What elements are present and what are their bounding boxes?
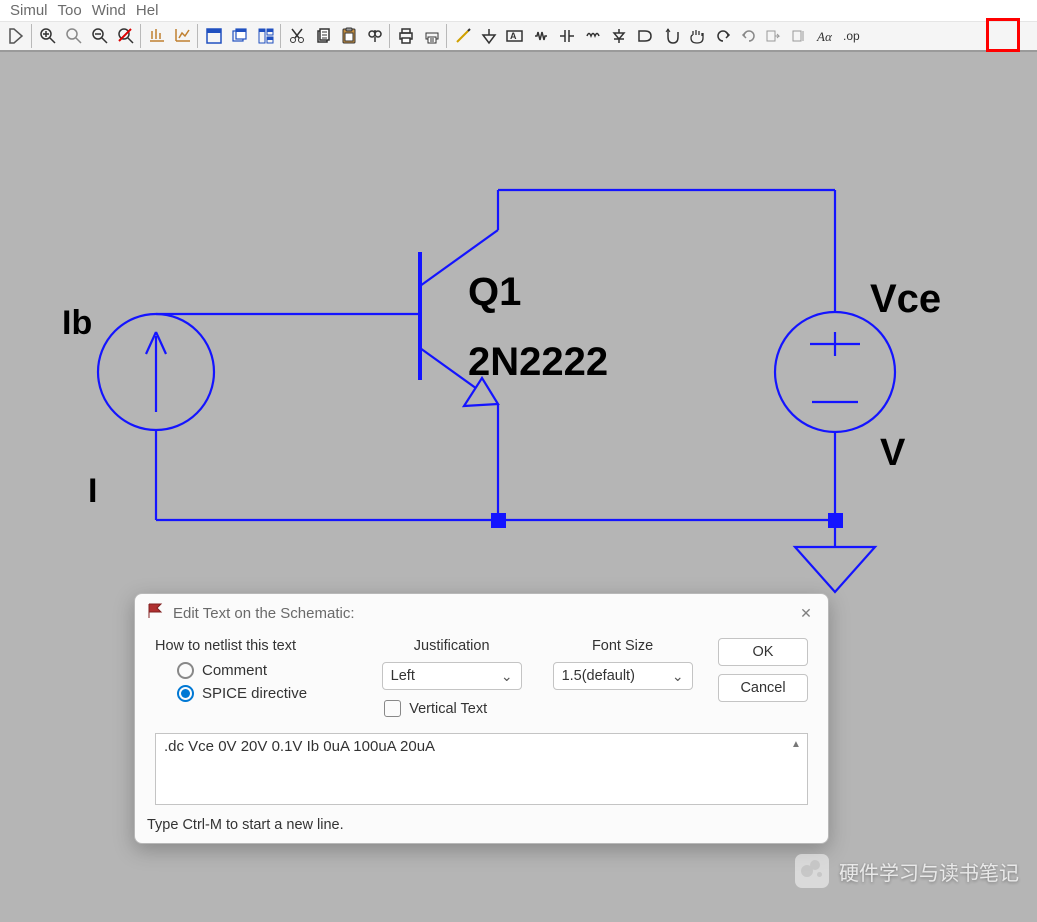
menu-simulate[interactable]: Simul	[10, 2, 48, 19]
capacitor-icon[interactable]	[554, 24, 580, 48]
zoom-pan-icon[interactable]	[61, 24, 87, 48]
font-group: Font Size 1.5(default)	[547, 638, 698, 700]
radio-spice-label: SPICE directive	[202, 685, 307, 702]
wechat-icon	[795, 854, 829, 888]
font-value: 1.5(default)	[562, 668, 635, 684]
label-Ib: Ib	[62, 304, 92, 343]
justification-value: Left	[391, 668, 415, 684]
resistor-icon[interactable]	[528, 24, 554, 48]
mirror-icon[interactable]	[788, 24, 814, 48]
label-part: 2N2222	[468, 340, 608, 385]
rotate-icon[interactable]	[762, 24, 788, 48]
ok-button[interactable]: OK	[718, 638, 808, 666]
svg-text:.op: .op	[843, 29, 860, 43]
radio-spice-directive[interactable]: SPICE directive	[177, 685, 356, 702]
autorange-x-icon[interactable]	[144, 24, 170, 48]
app-flag-icon	[147, 602, 165, 624]
label-Vce: Vce	[870, 277, 941, 322]
menu-bar: Simul Too Wind Hel	[0, 0, 1037, 22]
zoom-cancel-icon[interactable]	[113, 24, 139, 48]
radio-comment-label: Comment	[202, 662, 267, 679]
toolbar: A Aα .op	[0, 22, 1037, 52]
ground-icon[interactable]	[476, 24, 502, 48]
label-V: V	[880, 432, 905, 475]
move-icon[interactable]	[658, 24, 684, 48]
menu-help[interactable]: Hel	[136, 2, 159, 19]
undo-icon[interactable]	[710, 24, 736, 48]
radio-comment[interactable]: Comment	[177, 662, 356, 679]
drag-icon[interactable]	[684, 24, 710, 48]
autorange-xy-icon[interactable]	[170, 24, 196, 48]
netlist-group: How to netlist this text Comment SPICE d…	[155, 638, 356, 708]
label-I: I	[88, 472, 97, 511]
print-setup-icon[interactable]	[419, 24, 445, 48]
font-title: Font Size	[547, 638, 698, 654]
dialog-hint: Type Ctrl-M to start a new line.	[135, 811, 828, 843]
justification-group: Justification Left Vertical Text	[376, 638, 527, 717]
menu-window[interactable]: Wind	[92, 2, 126, 19]
window-cascade-icon[interactable]	[227, 24, 253, 48]
paste-icon[interactable]	[336, 24, 362, 48]
net-label-icon[interactable]: A	[502, 24, 528, 48]
dialog-title: Edit Text on the Schematic:	[173, 605, 355, 622]
text-Aa-icon[interactable]: Aα	[814, 24, 840, 48]
print-icon[interactable]	[393, 24, 419, 48]
inductor-icon[interactable]	[580, 24, 606, 48]
dialog-titlebar: Edit Text on the Schematic: ✕	[135, 594, 828, 632]
label-Q1: Q1	[468, 270, 521, 315]
watermark: 硬件学习与读书笔记	[795, 854, 1019, 888]
watermark-text: 硬件学习与读书笔记	[839, 857, 1019, 886]
draw-wire-icon[interactable]	[450, 24, 476, 48]
radio-icon	[177, 685, 194, 702]
svg-text:Aα: Aα	[816, 29, 833, 44]
netlist-title: How to netlist this text	[155, 638, 356, 654]
font-size-combo[interactable]: 1.5(default)	[553, 662, 693, 690]
directive-text-input[interactable]: .dc Vce 0V 20V 0.1V Ib 0uA 100uA 20uA ▲	[155, 733, 808, 805]
spice-directive-icon[interactable]: .op	[840, 24, 866, 48]
vertical-text-checkbox[interactable]: Vertical Text	[384, 700, 527, 717]
edit-text-dialog: Edit Text on the Schematic: ✕ How to net…	[134, 593, 829, 844]
window-split-icon[interactable]	[253, 24, 279, 48]
zoom-out-icon[interactable]	[87, 24, 113, 48]
diode-icon[interactable]	[606, 24, 632, 48]
close-icon[interactable]: ✕	[796, 603, 816, 623]
find-icon[interactable]	[362, 24, 388, 48]
vertical-text-label: Vertical Text	[409, 701, 487, 717]
copy-icon[interactable]	[310, 24, 336, 48]
redo-icon[interactable]	[736, 24, 762, 48]
cancel-button[interactable]: Cancel	[718, 674, 808, 702]
menu-tools[interactable]: Too	[58, 2, 82, 19]
directive-text-value: .dc Vce 0V 20V 0.1V Ib 0uA 100uA 20uA	[164, 738, 435, 755]
checkbox-icon	[384, 700, 401, 717]
scroll-up-icon[interactable]: ▲	[787, 736, 805, 754]
justification-title: Justification	[376, 638, 527, 654]
cut-icon[interactable]	[284, 24, 310, 48]
gate-icon[interactable]	[632, 24, 658, 48]
zoom-in-icon[interactable]	[35, 24, 61, 48]
window-tile-icon[interactable]	[201, 24, 227, 48]
justification-combo[interactable]: Left	[382, 662, 522, 690]
dialog-buttons: OK Cancel	[718, 638, 808, 702]
svg-text:A: A	[510, 31, 517, 41]
run-icon[interactable]	[4, 24, 30, 48]
radio-icon	[177, 662, 194, 679]
